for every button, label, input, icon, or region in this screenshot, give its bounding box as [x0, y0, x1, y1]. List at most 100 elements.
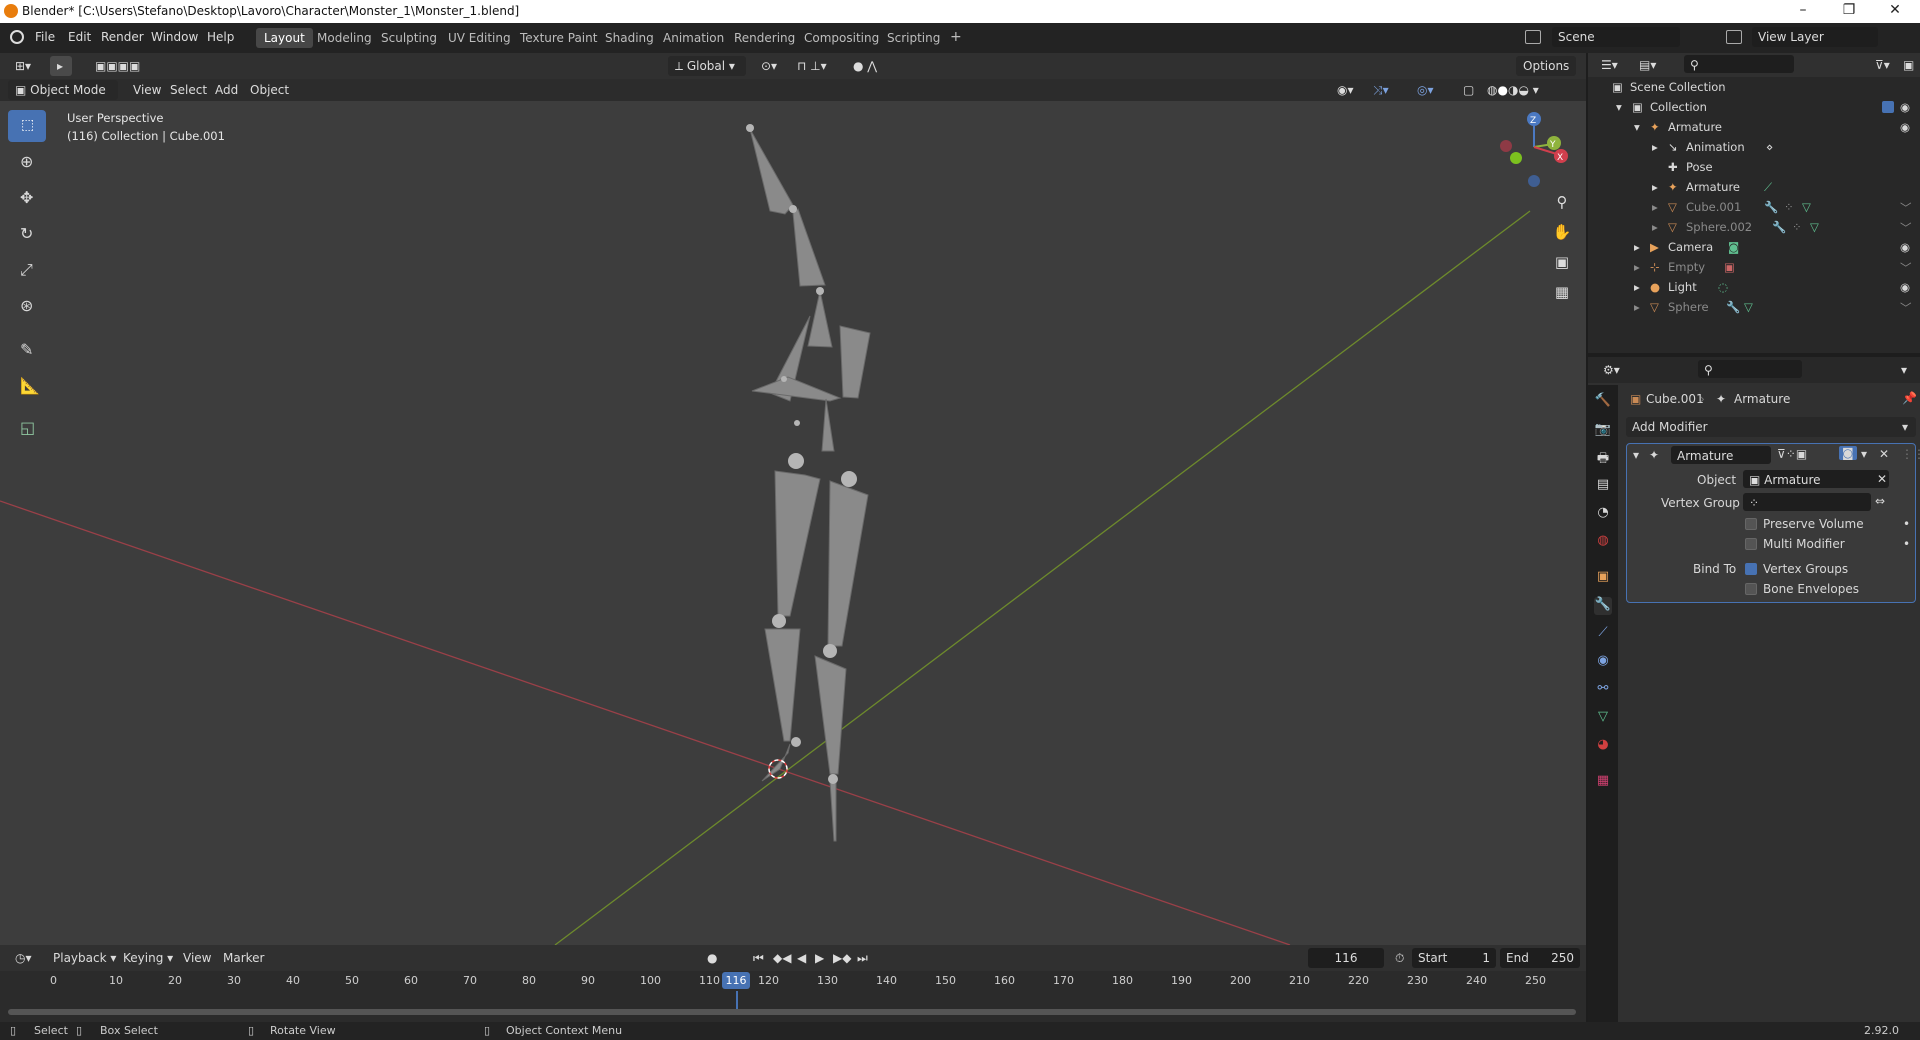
pivot-icon[interactable]: ⊙▾ — [754, 56, 784, 76]
timeline-scrollbar[interactable] — [8, 1009, 1576, 1015]
editor-type-button[interactable]: ⊞▾ — [8, 56, 40, 76]
preserve-volume-checkbox[interactable] — [1745, 518, 1757, 530]
constraints-tab-icon[interactable]: ⚯ — [1594, 681, 1612, 699]
selection-mode-buttons[interactable]: ▣▣▣▣ — [88, 56, 184, 76]
pin-icon[interactable]: 📌 — [1902, 391, 1917, 405]
outliner-row-armature[interactable]: ▾ ✦ Armature ◉ — [1588, 117, 1920, 137]
collapse-chevron-icon[interactable]: ﹀ — [1900, 300, 1912, 316]
modifier-tab-icon[interactable]: 🔧 — [1594, 597, 1612, 615]
minimize-button[interactable]: – — [1780, 2, 1826, 18]
clock-icon[interactable]: ⏱ — [1388, 948, 1411, 968]
zoom-icon[interactable]: ⚲ — [1550, 193, 1574, 217]
tab-texture-paint[interactable]: Texture Paint — [512, 28, 605, 48]
collapse-chevron-icon[interactable]: ﹀ — [1900, 220, 1912, 236]
proportional-edit-icon[interactable]: ● ⋀ — [846, 56, 884, 76]
tab-rendering[interactable]: Rendering — [726, 28, 803, 48]
tab-compositing[interactable]: Compositing — [796, 28, 887, 48]
rotate-tool[interactable]: ↻ — [8, 218, 46, 250]
annotate-tool[interactable]: ✎ — [8, 334, 46, 366]
outliner-search-input[interactable]: ⚲ — [1684, 55, 1794, 73]
tab-modeling[interactable]: Modeling — [309, 28, 380, 48]
data-tab-icon[interactable]: ▽ — [1594, 709, 1612, 727]
display-mode-dropdown[interactable]: ▤▾ — [1632, 55, 1663, 75]
xray-icon[interactable]: ▢ — [1456, 80, 1481, 100]
collapse-chevron-icon[interactable]: ﹀ — [1900, 260, 1912, 276]
menu-window[interactable]: Window — [151, 30, 198, 44]
properties-options-icon[interactable]: ▾ — [1894, 360, 1914, 380]
overlay-toggle-icon[interactable]: ◎▾ — [1410, 80, 1441, 100]
shading-modes[interactable]: ◍●◑◒ ▾ — [1480, 80, 1546, 100]
collapse-chevron-icon[interactable]: ﹀ — [1900, 200, 1912, 216]
menu-help[interactable]: Help — [207, 30, 234, 44]
menu-edit[interactable]: Edit — [68, 30, 91, 44]
playhead-marker[interactable]: 116 — [722, 972, 750, 989]
view-layer-icon[interactable] — [1726, 30, 1742, 44]
material-tab-icon[interactable]: ◕ — [1594, 737, 1612, 755]
object-field[interactable]: ▣ Armature — [1743, 470, 1889, 488]
menu-object[interactable]: Object — [243, 80, 296, 100]
clear-object-icon[interactable]: ✕ — [1877, 472, 1887, 486]
expand-arrow-icon[interactable]: ▸ — [1634, 240, 1640, 254]
outliner-scene-collection[interactable]: ▣ Scene Collection — [1588, 77, 1920, 97]
ortho-grid-icon[interactable]: ▦ — [1550, 283, 1574, 307]
render-tab-icon[interactable]: 📷 — [1594, 422, 1612, 440]
world-tab-icon[interactable]: ◍ — [1594, 533, 1612, 551]
timeline-editor-type[interactable]: ◷▾ — [8, 948, 39, 968]
tab-animation[interactable]: Animation — [655, 28, 732, 48]
menu-marker[interactable]: Marker — [216, 948, 271, 968]
current-frame-field[interactable]: 116 — [1308, 948, 1384, 968]
modifier-toggle-icons[interactable]: ⊽⁘▣ — [1777, 447, 1807, 461]
blender-menu-icon[interactable] — [10, 30, 24, 44]
outliner-row-light[interactable]: ▸ ● Light ◌ ◉ — [1588, 277, 1920, 297]
3d-viewport[interactable]: Z Y X User Perspective (116) Collection … — [0, 101, 1586, 945]
start-frame-field[interactable]: Start 1 — [1412, 948, 1496, 968]
menu-add[interactable]: Add — [208, 80, 245, 100]
select-box-tool[interactable]: ⬚ — [8, 110, 46, 142]
vertex-groups-checkbox[interactable] — [1745, 563, 1757, 575]
menu-render[interactable]: Render — [101, 30, 144, 44]
frame-ruler[interactable]: 0 10 20 30 40 50 60 70 80 90 100 110 120 130 140 150 160… — [0, 971, 1586, 991]
outliner-editor-type[interactable]: ☰▾ — [1594, 55, 1625, 75]
filter-icon[interactable]: ⊽▾ — [1868, 55, 1897, 75]
menu-keying[interactable]: Keying ▾ — [116, 948, 180, 968]
expand-arrow-icon[interactable]: ▸ — [1634, 300, 1640, 314]
remove-modifier-icon[interactable]: ✕ — [1879, 447, 1889, 461]
eye-icon[interactable]: ◉ — [1900, 240, 1910, 254]
multi-modifier-checkbox[interactable] — [1745, 538, 1757, 550]
outliner-row-empty[interactable]: ▸ ⊹ Empty ▣ ﹀ — [1588, 257, 1920, 277]
outliner-row-animation[interactable]: ▸ ↘ Animation ⋄ — [1588, 137, 1920, 157]
snap-icon[interactable]: ⊓ ⊥▾ — [790, 56, 834, 76]
expand-arrow-icon[interactable]: ▸ — [1652, 200, 1658, 214]
menu-select[interactable]: Select — [163, 80, 214, 100]
view-layer-tab-icon[interactable]: ▤ — [1594, 477, 1612, 495]
expand-arrow-icon[interactable]: ▾ — [1616, 100, 1622, 114]
expand-arrow-icon[interactable]: ▸ — [1634, 280, 1640, 294]
camera-view-icon[interactable]: ▣ — [1550, 253, 1574, 277]
measure-tool[interactable]: 📐 — [8, 370, 46, 402]
particles-tab-icon[interactable]: ⟋ — [1594, 625, 1612, 643]
modifier-name-field[interactable]: Armature — [1671, 446, 1771, 464]
maximize-button[interactable]: ❐ — [1826, 2, 1872, 18]
outliner-row-camera[interactable]: ▸ ▶ Camera ◙ ◉ — [1588, 237, 1920, 257]
viewport-scene[interactable]: Z Y X — [0, 101, 1586, 945]
add-modifier-dropdown[interactable]: Add Modifier ▾ — [1626, 417, 1916, 437]
scale-tool[interactable]: ⤢ — [8, 254, 46, 286]
add-workspace-button[interactable]: + — [942, 26, 970, 46]
menu-playback[interactable]: Playback ▾ — [46, 948, 123, 968]
end-frame-field[interactable]: End 250 — [1500, 948, 1580, 968]
visibility-icon[interactable]: ◉▾ — [1330, 80, 1361, 100]
transform-tool[interactable]: ⊛ — [8, 290, 46, 322]
pan-hand-icon[interactable]: ✋ — [1550, 223, 1574, 247]
move-tool[interactable]: ✥ — [8, 182, 46, 214]
keyframe-dot-icon[interactable]: • — [1903, 537, 1910, 551]
tool-tab-icon[interactable]: 🔨 — [1594, 393, 1612, 411]
scene-browse-icon[interactable] — [1525, 30, 1541, 44]
expand-arrow-icon[interactable]: ▸ — [1652, 180, 1658, 194]
bone-envelopes-checkbox[interactable] — [1745, 583, 1757, 595]
view-layer-field[interactable]: View Layer — [1752, 27, 1878, 47]
outliner-row-sphere002[interactable]: ▸ ▽ Sphere.002 🔧 ⁘ ▽ ﹀ — [1588, 217, 1920, 237]
expand-arrow-icon[interactable]: ▾ — [1634, 120, 1640, 134]
expand-arrow-icon[interactable]: ▸ — [1652, 140, 1658, 154]
drag-handle-icon[interactable]: ⋮⋮ — [1901, 447, 1920, 461]
expand-arrow-icon[interactable]: ▸ — [1634, 260, 1640, 274]
